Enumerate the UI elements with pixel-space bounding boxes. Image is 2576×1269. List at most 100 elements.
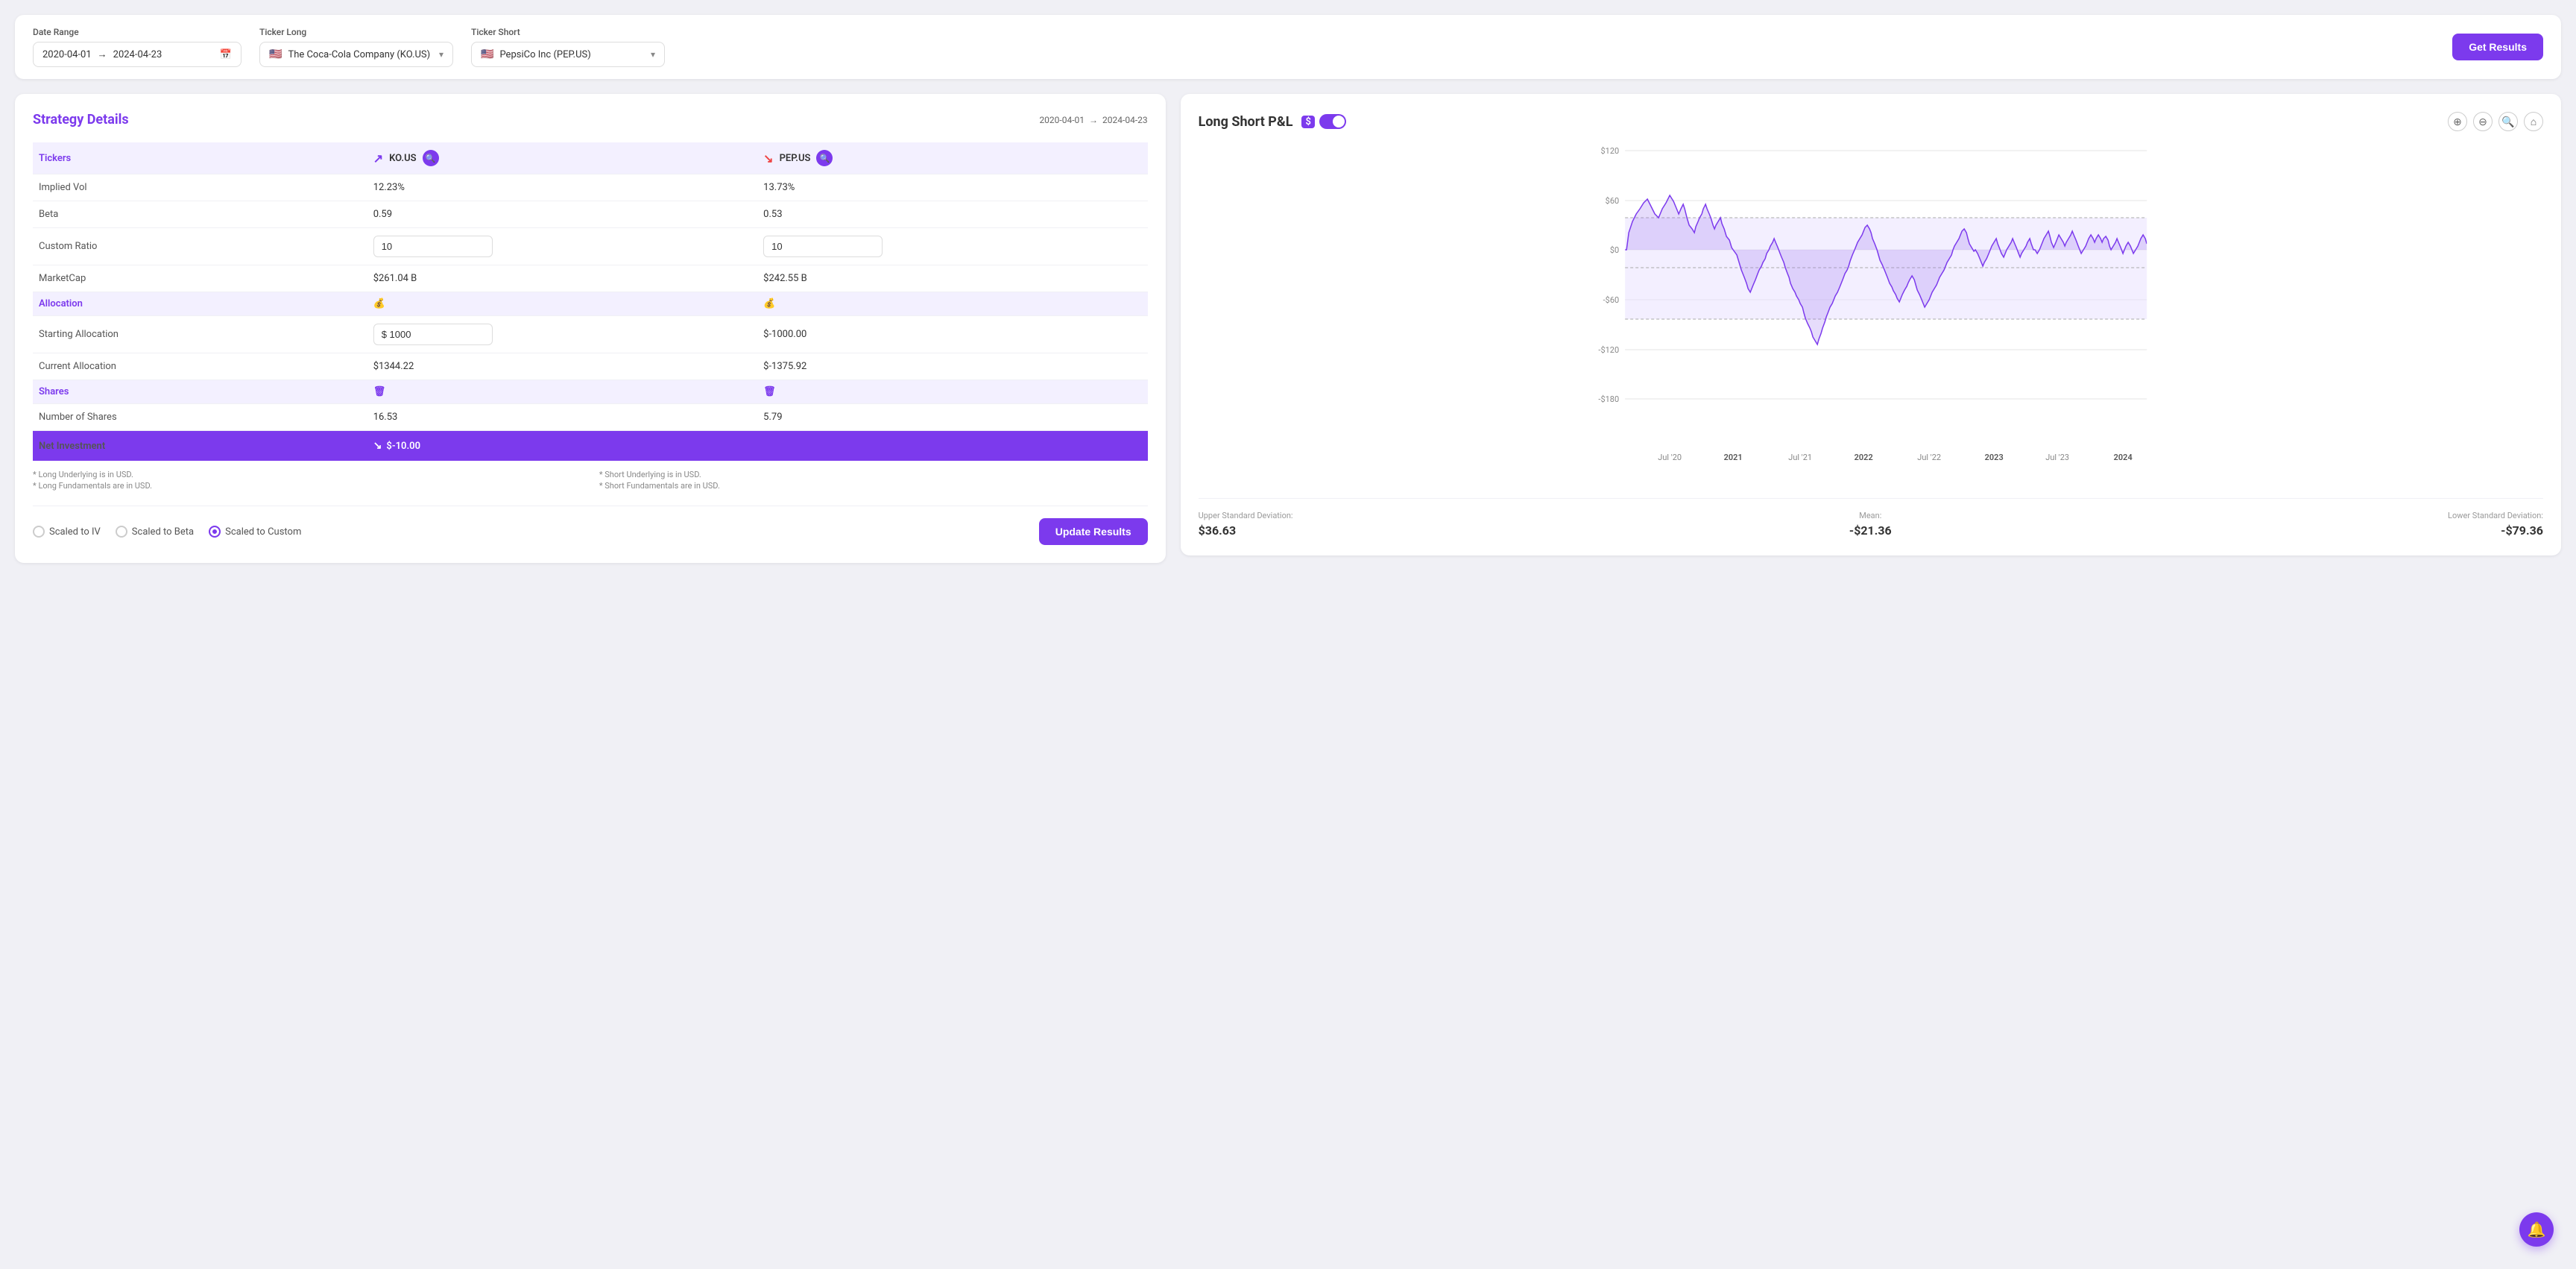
ticker-long-flag: 🇺🇸	[269, 48, 282, 60]
calendar-icon[interactable]: 📅	[220, 49, 232, 60]
num-shares-long: 16.53	[367, 404, 757, 431]
strategy-table: Tickers ↗ KO.US 🔍 ↘ PEP.US 🔍	[33, 142, 1148, 461]
radio-circle-beta[interactable]	[116, 526, 127, 538]
svg-text:-$120: -$120	[1598, 345, 1619, 355]
beta-short: 0.53	[757, 201, 1147, 228]
main-content: Strategy Details 2020-04-01 → 2024-04-23…	[15, 94, 2561, 563]
strategy-date-range: 2020-04-01 → 2024-04-23	[1039, 115, 1147, 125]
marketcap-row: MarketCap $261.04 B $242.55 B	[33, 265, 1148, 292]
ticker-short-group: Ticker Short 🇺🇸 PepsiCo Inc (PEP.US) ▾	[471, 27, 665, 67]
radio-circle-custom[interactable]	[209, 526, 221, 538]
custom-ratio-short-cell	[757, 228, 1147, 265]
mean-stat: Mean: -$21.36	[1849, 511, 1892, 538]
date-range-input[interactable]: 2020-04-01 → 2024-04-23 📅	[33, 42, 242, 67]
upper-sd-value: $36.63	[1199, 523, 1293, 538]
ticker-short-label: Ticker Short	[471, 27, 665, 37]
beta-label: Beta	[33, 201, 367, 228]
ticker-short-value: PepsiCo Inc (PEP.US)	[499, 49, 590, 60]
footnote-1: * Long Underlying is in USD.	[33, 470, 581, 479]
net-inv-trend-down-icon: ↘	[373, 440, 382, 452]
number-of-shares-row: Number of Shares 16.53 5.79	[33, 404, 1148, 431]
strategy-date-end: 2024-04-23	[1102, 115, 1148, 125]
radio-scaled-to-iv[interactable]: Scaled to IV	[33, 526, 101, 538]
current-allocation-label: Current Allocation	[33, 353, 367, 380]
marketcap-short: $242.55 B	[757, 265, 1147, 292]
pep-search-button[interactable]: 🔍	[816, 150, 833, 166]
implied-vol-row: Implied Vol 12.23% 13.73%	[33, 174, 1148, 201]
magnify-button[interactable]: 🔍	[2498, 112, 2518, 131]
current-allocation-short: $-1375.92	[757, 353, 1147, 380]
svg-text:$60: $60	[1605, 196, 1619, 206]
get-results-button[interactable]: Get Results	[2452, 34, 2543, 60]
svg-text:$0: $0	[1609, 245, 1618, 255]
pnl-chart-svg: $120 $60 $0 -$60 -$120 -$180 Jul '20 202…	[1199, 143, 2543, 486]
shares-long-icon: 🗑	[367, 380, 757, 404]
beta-row: Beta 0.59 0.53	[33, 201, 1148, 228]
date-range-label: Date Range	[33, 27, 242, 37]
chart-title-group: Long Short P&L $	[1199, 114, 1346, 130]
toggle-track[interactable]	[1319, 114, 1346, 129]
current-allocation-long: $1344.22	[367, 353, 757, 380]
radio-scaled-to-custom[interactable]: Scaled to Custom	[209, 526, 301, 538]
date-range-group: Date Range 2020-04-01 → 2024-04-23 📅	[33, 27, 242, 67]
starting-allocation-label: Starting Allocation	[33, 316, 367, 353]
ticker-short-flag: 🇺🇸	[481, 48, 493, 60]
currency-toggle[interactable]: $	[1301, 114, 1345, 129]
zoom-in-button[interactable]: ⊕	[2448, 112, 2467, 131]
svg-text:2021: 2021	[1723, 453, 1742, 462]
net-investment-value: $-10.00	[386, 441, 420, 452]
marketcap-label: MarketCap	[33, 265, 367, 292]
svg-text:Jul '21: Jul '21	[1788, 453, 1812, 462]
allocation-short-icon: 💰	[757, 292, 1147, 316]
tickers-header-row: Tickers ↗ KO.US 🔍 ↘ PEP.US 🔍	[33, 142, 1148, 174]
allocation-long-icon: 💰	[367, 292, 757, 316]
shares-short-icon: 🗑	[757, 380, 1147, 404]
zoom-out-button[interactable]: ⊖	[2473, 112, 2493, 131]
svg-text:-$180: -$180	[1598, 394, 1619, 404]
custom-ratio-long-cell	[367, 228, 757, 265]
svg-text:Jul '23: Jul '23	[2045, 453, 2069, 462]
svg-text:Jul '22: Jul '22	[1917, 453, 1941, 462]
allocation-section-row: Allocation 💰 💰	[33, 292, 1148, 316]
custom-ratio-row: Custom Ratio	[33, 228, 1148, 265]
radio-circle-iv[interactable]	[33, 526, 45, 538]
beta-long: 0.59	[367, 201, 757, 228]
ticker-short-select[interactable]: 🇺🇸 PepsiCo Inc (PEP.US) ▾	[471, 42, 665, 67]
notification-button[interactable]: 🔔	[2519, 1212, 2554, 1247]
radio-iv-label: Scaled to IV	[49, 526, 101, 538]
home-button[interactable]: ⌂	[2524, 112, 2543, 131]
ticker-long-select[interactable]: 🇺🇸 The Coca-Cola Company (KO.US) ▾	[259, 42, 453, 67]
svg-text:Jul '20: Jul '20	[1658, 453, 1682, 462]
radio-custom-label: Scaled to Custom	[225, 526, 301, 538]
strategy-panel-header: Strategy Details 2020-04-01 → 2024-04-23	[33, 112, 1148, 127]
implied-vol-short: 13.73%	[757, 174, 1147, 201]
pep-trend-down-icon: ↘	[763, 151, 773, 166]
toggle-knob	[1333, 116, 1345, 127]
strategy-date-arrow: →	[1089, 115, 1098, 125]
custom-ratio-label: Custom Ratio	[33, 228, 367, 265]
radio-beta-label: Scaled to Beta	[132, 526, 194, 538]
ticker-long-label: Ticker Long	[259, 27, 453, 37]
strategy-date-start: 2020-04-01	[1039, 115, 1085, 125]
date-start: 2020-04-01	[42, 49, 92, 60]
strategy-title: Strategy Details	[33, 112, 129, 127]
custom-ratio-short-input[interactable]	[763, 236, 883, 257]
pnl-chart-container: $120 $60 $0 -$60 -$120 -$180 Jul '20 202…	[1199, 143, 2543, 486]
net-investment-value-cell: ↘ $-10.00	[367, 431, 1148, 462]
allocation-section-label: Allocation	[33, 292, 367, 316]
ticker-short-chevron-icon: ▾	[651, 49, 655, 60]
svg-text:$120: $120	[1600, 146, 1619, 156]
marketcap-long: $261.04 B	[367, 265, 757, 292]
radio-group: Scaled to IV Scaled to Beta Scaled to Cu…	[33, 526, 301, 538]
implied-vol-label: Implied Vol	[33, 174, 367, 201]
footnote-2: * Long Fundamentals are in USD.	[33, 481, 581, 491]
ko-search-button[interactable]: 🔍	[423, 150, 439, 166]
starting-allocation-long-input[interactable]	[373, 324, 493, 345]
custom-ratio-long-input[interactable]	[373, 236, 493, 257]
radio-scaled-to-beta[interactable]: Scaled to Beta	[116, 526, 194, 538]
update-results-button[interactable]: Update Results	[1039, 518, 1148, 545]
starting-allocation-short: $-1000.00	[757, 316, 1147, 353]
ticker-long-group: Ticker Long 🇺🇸 The Coca-Cola Company (KO…	[259, 27, 453, 67]
date-end: 2024-04-23	[113, 49, 162, 60]
bottom-controls: Scaled to IV Scaled to Beta Scaled to Cu…	[33, 506, 1148, 545]
